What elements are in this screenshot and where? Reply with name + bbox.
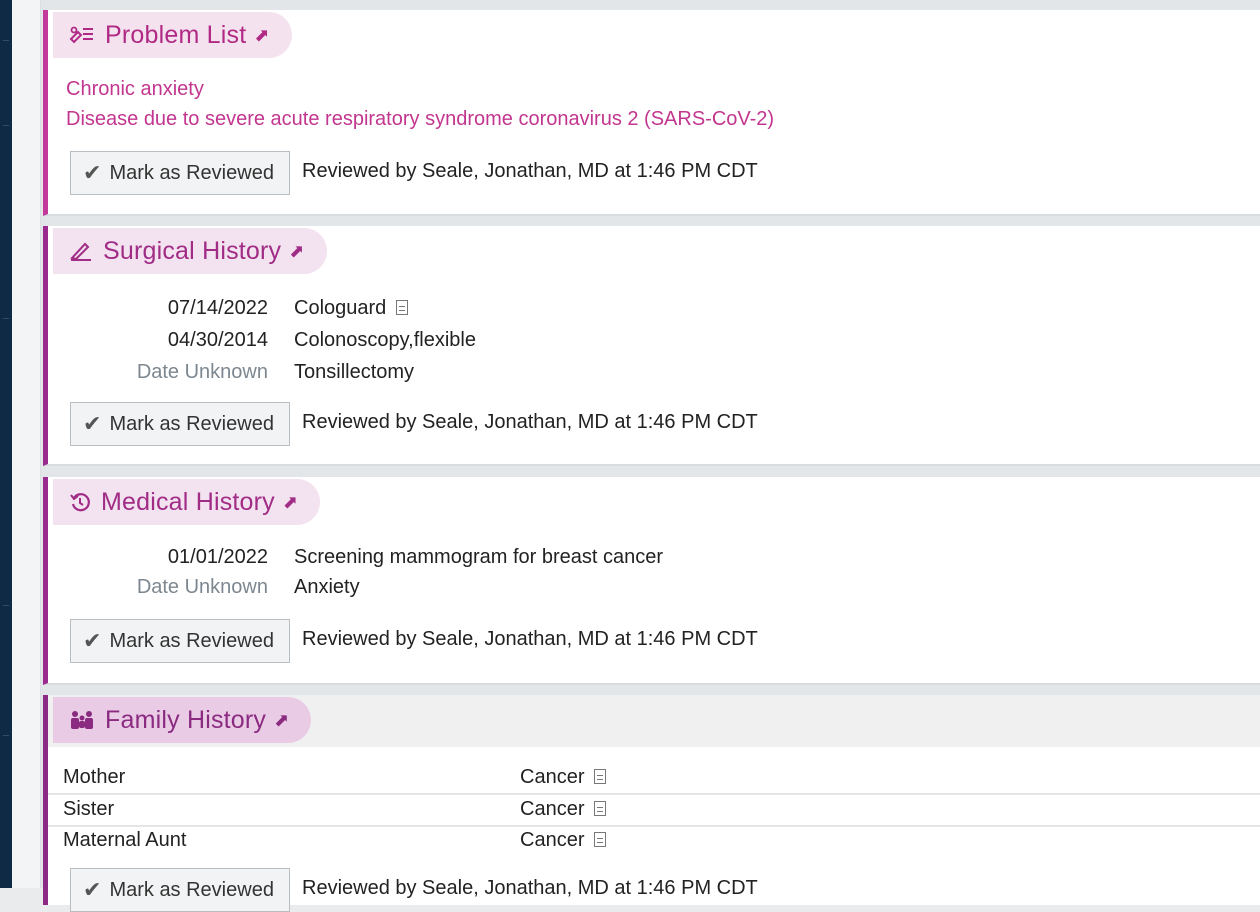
medical-history-header[interactable]: Medical History ⬈ <box>53 479 321 525</box>
condition-name[interactable]: Screening mammogram for breast cancer <box>294 546 663 569</box>
family-history-section: Family History ⬈ Mother Cancer Sister Ca… <box>43 695 1260 912</box>
family-history-row[interactable]: Sister Cancer <box>48 795 1260 827</box>
document-icon[interactable] <box>594 801 607 816</box>
document-icon[interactable] <box>594 769 607 784</box>
left-nav-bar <box>0 0 12 888</box>
family-history-row[interactable]: Mother Cancer <box>48 763 1260 795</box>
mark-as-reviewed-button[interactable]: ✔ Mark as Reviewed <box>70 402 290 446</box>
procedure-date: 04/30/2014 <box>167 329 268 351</box>
surgical-history-header[interactable]: Surgical History ⬈ <box>53 228 327 274</box>
medical-history-title: Medical History <box>101 487 275 516</box>
mark-as-reviewed-button[interactable]: ✔ Mark as Reviewed <box>70 868 290 912</box>
problem-item[interactable]: Chronic anxiety <box>66 78 204 101</box>
condition-date: Date Unknown <box>136 576 268 598</box>
condition-date: 01/01/2022 <box>167 546 268 568</box>
mark-as-reviewed-button[interactable]: ✔ Mark as Reviewed <box>70 151 290 195</box>
problem-list-title: Problem List <box>105 20 247 49</box>
left-gutter <box>12 0 41 888</box>
procedure-date: Date Unknown <box>136 361 268 383</box>
medical-history-section: Medical History ⬈ 01/01/2022 Screening m… <box>43 477 1260 685</box>
mark-as-reviewed-button[interactable]: ✔ Mark as Reviewed <box>70 619 290 663</box>
review-button-label: Mark as Reviewed <box>109 629 274 652</box>
family-relation: Maternal Aunt <box>63 829 187 851</box>
nav-divider <box>3 735 9 736</box>
family-history-header[interactable]: Family History ⬈ <box>53 697 312 743</box>
nav-divider <box>3 125 9 126</box>
family-condition: Cancer <box>520 829 607 852</box>
nav-divider <box>3 40 9 41</box>
open-link-icon: ⬈ <box>289 240 305 261</box>
checkmark-icon: ✔ <box>83 160 102 185</box>
checkmark-icon: ✔ <box>83 411 102 436</box>
family-relation: Sister <box>63 798 115 820</box>
procedure-name[interactable]: Colonoscopy,flexible <box>294 329 476 352</box>
problem-item[interactable]: Disease due to severe acute respiratory … <box>66 108 774 131</box>
problem-list-header[interactable]: Problem List ⬈ <box>53 12 292 58</box>
family-condition: Cancer <box>520 766 607 789</box>
checkmark-icon: ✔ <box>83 877 102 902</box>
family-history-title: Family History <box>105 705 267 734</box>
problem-list-section: Problem List ⬈ Chronic anxiety Disease d… <box>43 10 1260 216</box>
procedure-name[interactable]: Cologuard <box>294 297 409 320</box>
reviewed-status: Reviewed by Seale, Jonathan, MD at 1:46 … <box>302 411 758 433</box>
family-history-row[interactable]: Maternal Aunt Cancer <box>48 826 1260 856</box>
scalpel-icon <box>69 241 93 261</box>
checkmark-icon: ✔ <box>83 628 102 653</box>
nav-divider <box>3 605 9 606</box>
nav-divider <box>3 318 9 319</box>
history-icon <box>69 491 91 513</box>
family-relation: Mother <box>63 766 126 788</box>
surgical-history-section: Surgical History ⬈ 07/14/2022 Cologuard … <box>43 226 1260 466</box>
review-button-label: Mark as Reviewed <box>109 412 274 435</box>
review-button-label: Mark as Reviewed <box>109 878 274 901</box>
procedure-name[interactable]: Tonsillectomy <box>294 361 414 384</box>
family-condition: Cancer <box>520 798 607 821</box>
open-link-icon: ⬈ <box>254 24 270 45</box>
condition-name[interactable]: Anxiety <box>294 576 360 599</box>
review-button-label: Mark as Reviewed <box>109 161 274 184</box>
reviewed-status: Reviewed by Seale, Jonathan, MD at 1:46 … <box>302 877 758 899</box>
reviewed-status: Reviewed by Seale, Jonathan, MD at 1:46 … <box>302 160 758 182</box>
family-icon <box>69 709 95 731</box>
open-link-icon: ⬈ <box>274 709 290 730</box>
procedure-date: 07/14/2022 <box>167 297 268 319</box>
open-link-icon: ⬈ <box>282 491 299 512</box>
surgical-history-title: Surgical History <box>103 236 282 265</box>
document-icon[interactable] <box>396 300 409 315</box>
document-icon[interactable] <box>594 832 607 847</box>
problem-list-icon <box>69 25 95 45</box>
history-panel: Problem List ⬈ Chronic anxiety Disease d… <box>41 0 1260 912</box>
reviewed-status: Reviewed by Seale, Jonathan, MD at 1:46 … <box>302 628 758 650</box>
